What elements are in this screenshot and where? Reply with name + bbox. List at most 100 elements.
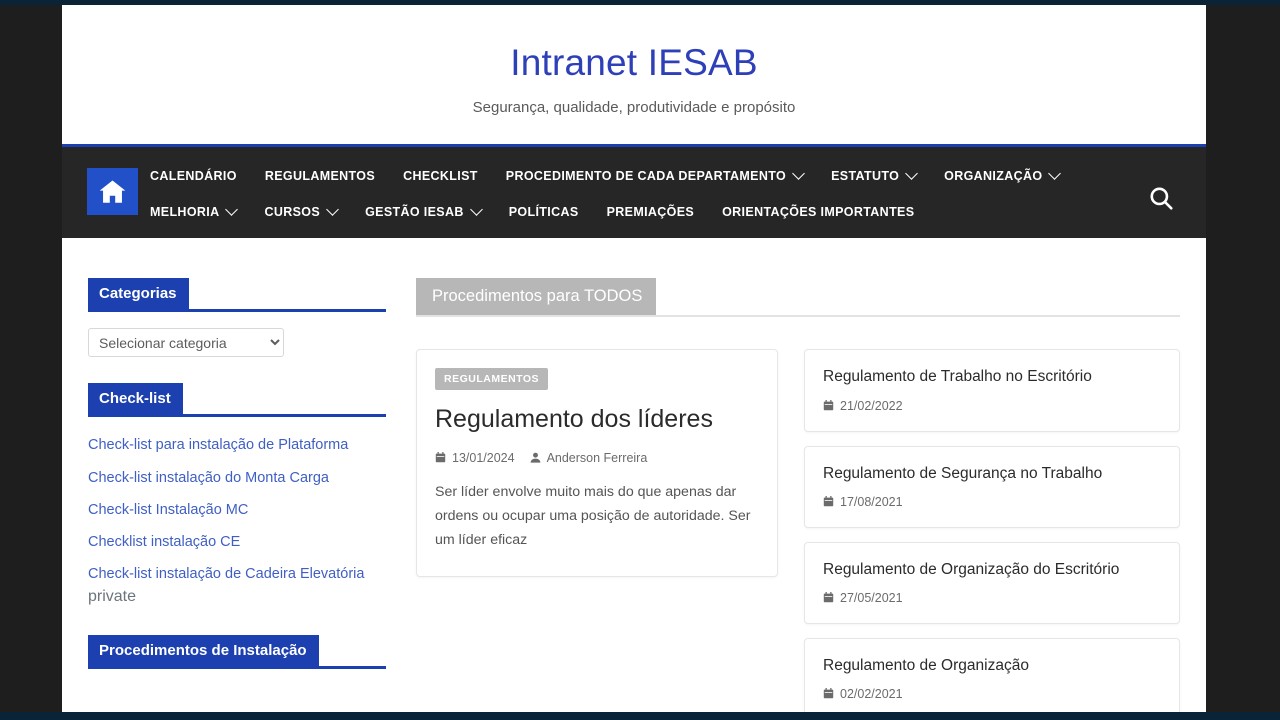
nav-label: CALENDÁRIO xyxy=(150,169,237,184)
nav-label: ORIENTAÇÕES IMPORTANTES xyxy=(722,205,915,220)
site-header: Intranet IESAB Segurança, qualidade, pro… xyxy=(62,5,1206,145)
widget-checklist: Check-list Check-list para instalação de… xyxy=(88,383,386,608)
post-card-2[interactable]: Regulamento de Segurança no Trabalho 17/… xyxy=(804,445,1180,528)
checklist-links: Check-list para instalação de Plataforma… xyxy=(88,433,386,608)
site-title: Intranet IESAB xyxy=(510,42,758,83)
link-label: Checklist instalação CE xyxy=(88,533,241,550)
chevron-down-icon xyxy=(326,203,339,216)
featured-post-excerpt: Ser líder envolve muito mais do que apen… xyxy=(435,483,751,548)
nav-item-organizacao[interactable]: ORGANIZAÇÃO xyxy=(944,167,1062,184)
post-card-1[interactable]: Regulamento de Trabalho no Escritório 21… xyxy=(804,349,1180,432)
widget-title-wrap: Procedimentos de Instalação xyxy=(88,634,386,669)
post-date-text: 21/02/2022 xyxy=(840,398,903,413)
featured-post-meta: 13/01/2024 Anderson Ferreira xyxy=(435,451,759,465)
nav-item-gestao-iesab[interactable]: GESTÃO IESAB xyxy=(365,203,483,220)
post-title[interactable]: Regulamento de Organização do Escritório xyxy=(823,560,1161,580)
post-date-text: 02/02/2021 xyxy=(840,686,903,701)
post-meta: 17/08/2021 xyxy=(823,495,1161,509)
link-label: Check-list Instalação MC xyxy=(88,501,249,518)
nav-label: POLÍTICAS xyxy=(508,205,579,220)
nav-item-estatuto[interactable]: ESTATUTO xyxy=(831,167,919,184)
post-date: 27/05/2021 xyxy=(823,591,903,605)
chevron-down-icon xyxy=(225,203,239,216)
section-title-wrap: Procedimentos para TODOS xyxy=(416,278,1180,318)
calendar-icon xyxy=(435,452,446,463)
post-meta: 27/05/2021 xyxy=(823,591,1161,605)
category-badge[interactable]: REGULAMENTOS xyxy=(435,368,549,391)
widget-title-categorias: Categorias xyxy=(88,278,189,310)
nav-item-regulamentos[interactable]: REGULAMENTOS xyxy=(265,169,375,183)
user-icon xyxy=(530,452,541,464)
nav-item-procedimento-departamento[interactable]: PROCEDIMENTO DE CADA DEPARTAMENTO xyxy=(505,167,805,184)
post-date-text: 13/01/2024 xyxy=(452,450,515,465)
calendar-icon xyxy=(823,400,834,411)
post-date: 21/02/2022 xyxy=(823,399,903,413)
list-item: Checklist instalação CE xyxy=(88,530,386,553)
widget-title-wrap: Check-list xyxy=(88,383,386,418)
post-date: 17/08/2021 xyxy=(823,495,903,509)
chevron-down-icon xyxy=(905,167,919,180)
post-author: Anderson Ferreira xyxy=(530,450,648,465)
nav-label: MELHORIA xyxy=(150,205,220,220)
link-label: Check-list instalação de Cadeira Elevató… xyxy=(88,566,365,583)
nav-label: CURSOS xyxy=(264,205,321,220)
nav-item-orientacoes-importantes[interactable]: ORIENTAÇÕES IMPORTANTES xyxy=(722,205,914,219)
browser-viewport: Intranet IESAB Segurança, qualidade, pro… xyxy=(0,0,1280,720)
list-item: Check-list instalação de Cadeira Elevató… xyxy=(88,562,386,608)
link-label: Check-list para instalação de Plataforma xyxy=(88,437,349,454)
widget-categorias: Categorias Selecionar categoria xyxy=(88,278,386,358)
home-button[interactable] xyxy=(87,168,138,216)
nav-item-calendario[interactable]: CALENDÁRIO xyxy=(150,169,237,183)
post-title[interactable]: Regulamento de Trabalho no Escritório xyxy=(823,367,1161,387)
widget-title-checklist: Check-list xyxy=(88,383,183,415)
chevron-down-icon xyxy=(792,167,805,180)
widget-title-procedimentos: Procedimentos de Instalação xyxy=(88,634,319,666)
post-title[interactable]: Regulamento de Organização xyxy=(823,656,1161,676)
section-title: Procedimentos para TODOS xyxy=(416,278,657,316)
checklist-link-1[interactable]: Check-list para instalação de Plataforma xyxy=(88,437,348,453)
post-card-4[interactable]: Regulamento de Organização 02/02/2021 xyxy=(804,637,1180,712)
nav-item-premiacoes[interactable]: PREMIAÇÕES xyxy=(607,205,695,219)
main-navigation: CALENDÁRIO REGULAMENTOS CHECKLIST PROCED… xyxy=(62,144,1206,239)
nav-label: PROCEDIMENTO DE CADA DEPARTAMENTO xyxy=(505,169,787,184)
post-card-3[interactable]: Regulamento de Organização do Escritório xyxy=(804,541,1180,624)
list-item: Check-list para instalação de Plataforma xyxy=(88,433,386,456)
post-date-text: 17/08/2021 xyxy=(840,494,903,509)
page-content: Intranet IESAB Segurança, qualidade, pro… xyxy=(62,5,1206,712)
nav-label: ORGANIZAÇÃO xyxy=(944,169,1043,184)
calendar-icon xyxy=(823,496,834,507)
post-date: 13/01/2024 xyxy=(435,451,515,465)
calendar-icon xyxy=(823,592,834,603)
nav-item-cursos[interactable]: CURSOS xyxy=(264,203,339,220)
checklist-link-2[interactable]: Check-list instalação do Monta Carga xyxy=(88,470,329,486)
search-button[interactable] xyxy=(1148,185,1174,211)
post-title[interactable]: Regulamento de Segurança no Trabalho xyxy=(823,464,1161,484)
checklist-link-4[interactable]: Checklist instalação CE xyxy=(88,534,240,550)
calendar-icon xyxy=(823,688,834,699)
category-select[interactable]: Selecionar categoria xyxy=(88,328,284,358)
post-meta: 02/02/2021 xyxy=(823,687,1161,701)
nav-label: GESTÃO IESAB xyxy=(365,205,464,220)
post-author-text: Anderson Ferreira xyxy=(546,450,648,465)
nav-label: ESTATUTO xyxy=(831,169,900,184)
site-tagline: Segurança, qualidade, produtividade e pr… xyxy=(472,99,796,117)
nav-row-2: MELHORIA CURSOS GESTÃO IESAB POLÍTICAS P… xyxy=(150,194,1150,230)
nav-item-checklist[interactable]: CHECKLIST xyxy=(403,169,478,183)
featured-post-title[interactable]: Regulamento dos líderes xyxy=(435,404,759,435)
checklist-link-3[interactable]: Check-list Instalação MC xyxy=(88,502,248,518)
featured-post-card[interactable]: REGULAMENTOS Regulamento dos líderes 13/… xyxy=(416,349,778,578)
list-item: Check-list instalação do Monta Carga xyxy=(88,466,386,489)
main-column: Procedimentos para TODOS REGULAMENTOS Re… xyxy=(408,278,1180,712)
post-date-text: 27/05/2021 xyxy=(840,590,903,605)
nav-item-politicas[interactable]: POLÍTICAS xyxy=(509,205,579,219)
sidebar: Categorias Selecionar categoria Check-li… xyxy=(88,278,408,712)
list-item: Check-list Instalação MC xyxy=(88,498,386,521)
link-label: Check-list instalação do Monta Carga xyxy=(88,469,329,486)
nav-row-1: CALENDÁRIO REGULAMENTOS CHECKLIST PROCED… xyxy=(150,158,1150,194)
nav-label: PREMIAÇÕES xyxy=(606,205,695,220)
nav-item-melhoria[interactable]: MELHORIA xyxy=(150,203,239,220)
checklist-link-5[interactable]: Check-list instalação de Cadeira Elevató… xyxy=(88,566,364,582)
post-list-column: Regulamento de Trabalho no Escritório 21… xyxy=(804,349,1180,712)
bottom-chrome-strip xyxy=(0,712,1280,720)
chevron-down-icon xyxy=(469,203,483,216)
